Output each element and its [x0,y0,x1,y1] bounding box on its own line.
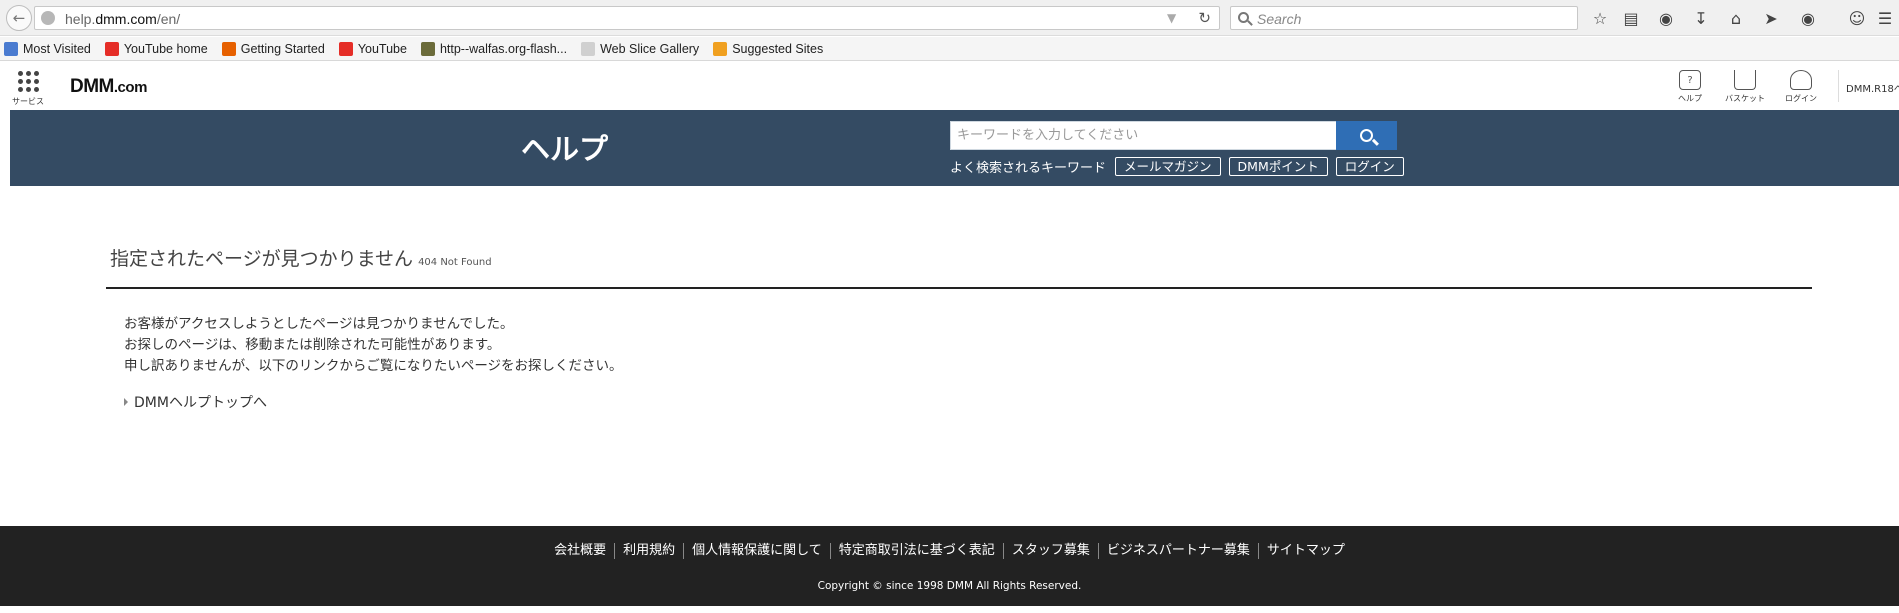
footer-link[interactable]: 会社概要 [546,543,614,559]
title-divider [106,287,1812,289]
r18-link[interactable]: DMM.R18へ [1846,80,1899,95]
send-icon[interactable]: ➤ [1760,7,1782,29]
header-divider [1838,70,1839,102]
reload-icon[interactable]: ↻ [1198,9,1211,27]
site-header: サービス DMM.com ? ヘルプ バスケット ログイン DMM.R18へ [0,62,1899,110]
help-search-button[interactable] [1336,121,1397,150]
url-text[interactable]: help.dmm.com/en/ [65,11,180,27]
chat-icon[interactable]: ☺ [1846,7,1868,29]
error-code: 404 Not Found [418,257,492,268]
help-title: ヘルプ [521,132,609,166]
footer-link[interactable]: 利用規約 [614,543,683,559]
bookmark-item[interactable]: Most Visited [4,41,91,56]
bookmark-item[interactable]: Suggested Sites [713,41,823,56]
bookmark-item[interactable]: YouTube [338,41,407,56]
url-bar[interactable]: help.dmm.com/en/ ▼ ↻ [34,6,1220,30]
popular-keywords: よく検索されるキーワード メールマガジン DMMポイント ログイン [950,157,1404,176]
bookmark-star-icon[interactable]: ☆ [1589,7,1611,29]
bookmark-item[interactable]: Web Slice Gallery [581,41,699,56]
help-banner: ヘルプ よく検索されるキーワード メールマガジン DMMポイント ログイン [10,110,1899,186]
search-icon [1360,129,1373,142]
search-icon [1238,12,1249,23]
bookmark-favicon-icon [420,41,435,56]
bookmark-item[interactable]: Getting Started [221,41,325,56]
clipboard-icon[interactable]: ▤ [1620,7,1642,29]
keyword-dmm-point[interactable]: DMMポイント [1228,157,1328,176]
bookmark-favicon-icon [104,41,119,56]
back-arrow-icon: ← [12,9,26,27]
bookmark-favicon-icon [713,41,728,56]
home-icon[interactable]: ⌂ [1725,7,1747,29]
footer-link[interactable]: サイトマップ [1257,543,1353,559]
footer-link[interactable]: 個人情報保護に関して [683,543,830,559]
grid-icon [17,71,39,92]
services-menu-button[interactable]: サービス [10,68,46,107]
message-line: お探しのページは、移動または削除された可能性があります。 [124,337,501,353]
help-search-field[interactable] [950,121,1340,150]
keyword-mail-magazine[interactable]: メールマガジン [1115,157,1221,176]
bookmark-item[interactable]: http--walfas.org-flash... [420,41,567,56]
footer-links: 会社概要 利用規約 個人情報保護に関して 特定商取引法に基づく表記 スタッフ募集 ビジネス… [0,543,1899,559]
browser-toolbar: ← help.dmm.com/en/ ▼ ↻ Search ☆ ▤ ◉ ↧ ⌂ … [0,0,1899,36]
user-icon [1790,70,1812,90]
bookmark-favicon-icon [221,41,236,56]
bookmark-favicon-icon [581,41,596,56]
help-button[interactable]: ? ヘルプ [1667,70,1713,104]
back-button[interactable]: ← [6,5,32,31]
browser-search-input[interactable]: Search [1230,6,1578,30]
bookmark-item[interactable]: YouTube home [104,41,208,56]
cart-icon [1734,70,1756,90]
login-button[interactable]: ログイン [1778,70,1824,104]
dmm-logo[interactable]: DMM.com [70,76,147,98]
globe-icon [41,11,55,25]
bookmark-favicon-icon [4,41,18,56]
triangle-right-icon [124,398,128,406]
page-title: 指定されたページが見つかりません 404 Not Found [110,248,492,270]
copyright: Copyright © since 1998 DMM All Rights Re… [817,580,1082,592]
message-line: 申し訳ありませんが、以下のリンクからご覧になりたいページをお探しください。 [124,358,623,374]
bookmark-favicon-icon [338,41,353,56]
pocket-icon[interactable]: ◉ [1655,7,1677,29]
adblock-icon[interactable]: ◉ [1797,7,1819,29]
footer-link[interactable]: 特定商取引法に基づく表記 [829,543,1003,559]
footer-link[interactable]: スタッフ募集 [1002,543,1098,559]
help-icon: ? [1679,70,1701,90]
help-top-link[interactable]: DMMヘルプトップへ [124,392,267,412]
basket-button[interactable]: バスケット [1722,70,1768,104]
menu-icon[interactable]: ☰ [1874,7,1896,29]
url-dropdown-icon[interactable]: ▼ [1167,11,1176,25]
download-icon[interactable]: ↧ [1690,7,1712,29]
footer: 会社概要 利用規約 個人情報保護に関して 特定商取引法に基づく表記 スタッフ募集 ビジネス… [0,526,1899,606]
keyword-login[interactable]: ログイン [1335,157,1404,176]
footer-link[interactable]: ビジネスパートナー募集 [1097,543,1258,559]
help-search-input[interactable] [951,122,1339,149]
bookmarks-bar: Most Visited YouTube home Getting Started Y… [0,37,1899,61]
message-line: お客様がアクセスしようとしたページは見つかりませんでした。 [124,316,514,332]
